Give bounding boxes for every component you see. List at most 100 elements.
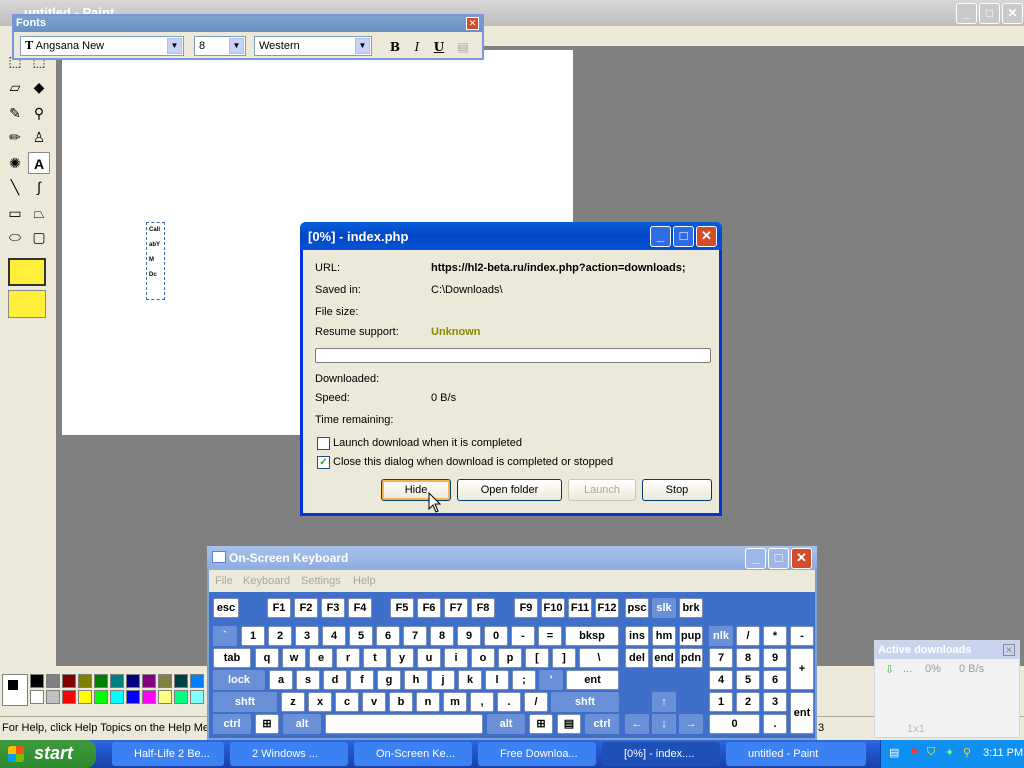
key-num-enter[interactable]: ent (790, 692, 814, 734)
key-right-shift[interactable]: shft (551, 692, 619, 712)
key-s[interactable]: s (296, 670, 320, 690)
search-tray-icon[interactable]: ⚲ (963, 746, 971, 759)
key-f6[interactable]: F6 (417, 598, 441, 618)
color-swatch[interactable] (190, 674, 204, 688)
key-m[interactable]: m (443, 692, 467, 712)
key-lbracket[interactable]: [ (525, 648, 549, 668)
key-b[interactable]: b (389, 692, 413, 712)
close-icon[interactable]: ✕ (791, 548, 812, 569)
key-num-5[interactable]: 5 (736, 670, 760, 690)
key-num-plus[interactable]: + (790, 648, 814, 690)
arrow-right-icon[interactable]: → (679, 714, 703, 734)
key-tab[interactable]: tab (213, 648, 251, 668)
color-swatch[interactable] (158, 690, 172, 704)
key-backslash[interactable]: \ (579, 648, 619, 668)
color-swatch[interactable] (174, 674, 188, 688)
minimize-icon[interactable]: _ (650, 226, 671, 247)
key-end[interactable]: end (652, 648, 676, 668)
key-left-shift[interactable]: shft (213, 692, 277, 712)
key-1[interactable]: 1 (241, 626, 265, 646)
menu-file[interactable]: File (215, 575, 233, 587)
launch-checkbox[interactable] (317, 437, 330, 450)
key-2[interactable]: 2 (268, 626, 292, 646)
key-5[interactable]: 5 (349, 626, 373, 646)
security-tray-icon[interactable]: ✦ (945, 746, 954, 759)
rounded-rect-icon[interactable]: ▢ (28, 226, 50, 248)
keyboard-tray-icon[interactable]: ▤ (889, 746, 899, 759)
color-swatch[interactable] (110, 690, 124, 704)
brush-icon[interactable]: ♙ (28, 126, 50, 148)
key-num-slash[interactable]: / (736, 626, 760, 646)
color-swatch[interactable] (174, 690, 188, 704)
key-num-2[interactable]: 2 (736, 692, 760, 712)
key-num-star[interactable]: * (763, 626, 787, 646)
key-pgup[interactable]: pup (679, 626, 703, 646)
key-f8[interactable]: F8 (471, 598, 495, 618)
key-9[interactable]: 9 (457, 626, 481, 646)
launch-button[interactable]: Launch (568, 479, 636, 501)
key-f3[interactable]: F3 (321, 598, 345, 618)
pencil-icon[interactable]: ✏ (4, 126, 26, 148)
color-swatch[interactable] (142, 674, 156, 688)
key-7[interactable]: 7 (403, 626, 427, 646)
menu-settings[interactable]: Settings (301, 575, 341, 587)
transparent-option-icon[interactable] (8, 290, 46, 318)
color-swatch[interactable] (62, 690, 76, 704)
color-swatch[interactable] (30, 674, 44, 688)
key-f4[interactable]: F4 (348, 598, 372, 618)
key-comma[interactable]: , (470, 692, 494, 712)
color-swatch[interactable] (46, 674, 60, 688)
stop-button[interactable]: Stop (642, 479, 712, 501)
key-6[interactable]: 6 (376, 626, 400, 646)
key-slk[interactable]: slk (652, 598, 676, 618)
key-4[interactable]: 4 (322, 626, 346, 646)
minimize-icon[interactable]: _ (956, 3, 977, 24)
key-ins[interactable]: ins (625, 626, 649, 646)
key-3[interactable]: 3 (295, 626, 319, 646)
key-num-6[interactable]: 6 (763, 670, 787, 690)
taskbar-item-halflife[interactable]: Half-Life 2 Be... (112, 742, 224, 766)
key-psc[interactable]: psc (625, 598, 649, 618)
dialog-title-bar[interactable]: [0%] - index.php _ □ ✕ (300, 222, 722, 250)
key-c[interactable]: c (335, 692, 359, 712)
key-capslock[interactable]: lock (213, 670, 265, 690)
bold-button[interactable]: B (386, 38, 404, 56)
key-equal[interactable]: = (538, 626, 562, 646)
key-k[interactable]: k (458, 670, 482, 690)
close-checkbox[interactable]: ✓ (317, 456, 330, 469)
key-slash[interactable]: / (524, 692, 548, 712)
polygon-icon[interactable]: ⏢ (28, 202, 50, 224)
shield-tray-icon[interactable]: ⛉ (927, 746, 935, 759)
taskbar-item-free-download[interactable]: Free Downloa... (478, 742, 596, 766)
text-box[interactable]: Call abY M Dc (146, 222, 165, 300)
key-f11[interactable]: F11 (568, 598, 592, 618)
key-o[interactable]: o (471, 648, 495, 668)
color-swatch[interactable] (94, 690, 108, 704)
osk-title-bar[interactable]: On-Screen Keyboard _ □ ✕ (207, 546, 817, 570)
ellipse-icon[interactable]: ⬭ (4, 226, 26, 248)
color-swatch[interactable] (46, 690, 60, 704)
key-num-9[interactable]: 9 (763, 648, 787, 668)
key-pgdn[interactable]: pdn (679, 648, 703, 668)
close-icon[interactable]: ✕ (1003, 644, 1015, 656)
maximize-icon[interactable]: □ (768, 548, 789, 569)
key-i[interactable]: i (444, 648, 468, 668)
key-w[interactable]: w (282, 648, 306, 668)
arrow-left-icon[interactable]: ← (625, 714, 649, 734)
key-g[interactable]: g (377, 670, 401, 690)
curve-icon[interactable]: ∫ (28, 176, 50, 198)
key-f9[interactable]: F9 (514, 598, 538, 618)
fill-icon[interactable]: ◆ (28, 76, 50, 98)
key-quote[interactable]: ' (539, 670, 563, 690)
text-tool-icon[interactable]: A (28, 152, 50, 174)
network-tray-icon[interactable]: ⚑ (909, 746, 919, 759)
key-brk[interactable]: brk (679, 598, 703, 618)
key-num-8[interactable]: 8 (736, 648, 760, 668)
key-minus[interactable]: - (511, 626, 535, 646)
windows-logo-icon[interactable]: ⊞ (529, 714, 553, 734)
key-z[interactable]: z (281, 692, 305, 712)
taskbar-item-download-dialog[interactable]: [0%] - index.... (602, 742, 720, 766)
key-enter[interactable]: ent (566, 670, 619, 690)
windows-logo-icon[interactable]: ⊞ (255, 714, 279, 734)
key-rbracket[interactable]: ] (552, 648, 576, 668)
